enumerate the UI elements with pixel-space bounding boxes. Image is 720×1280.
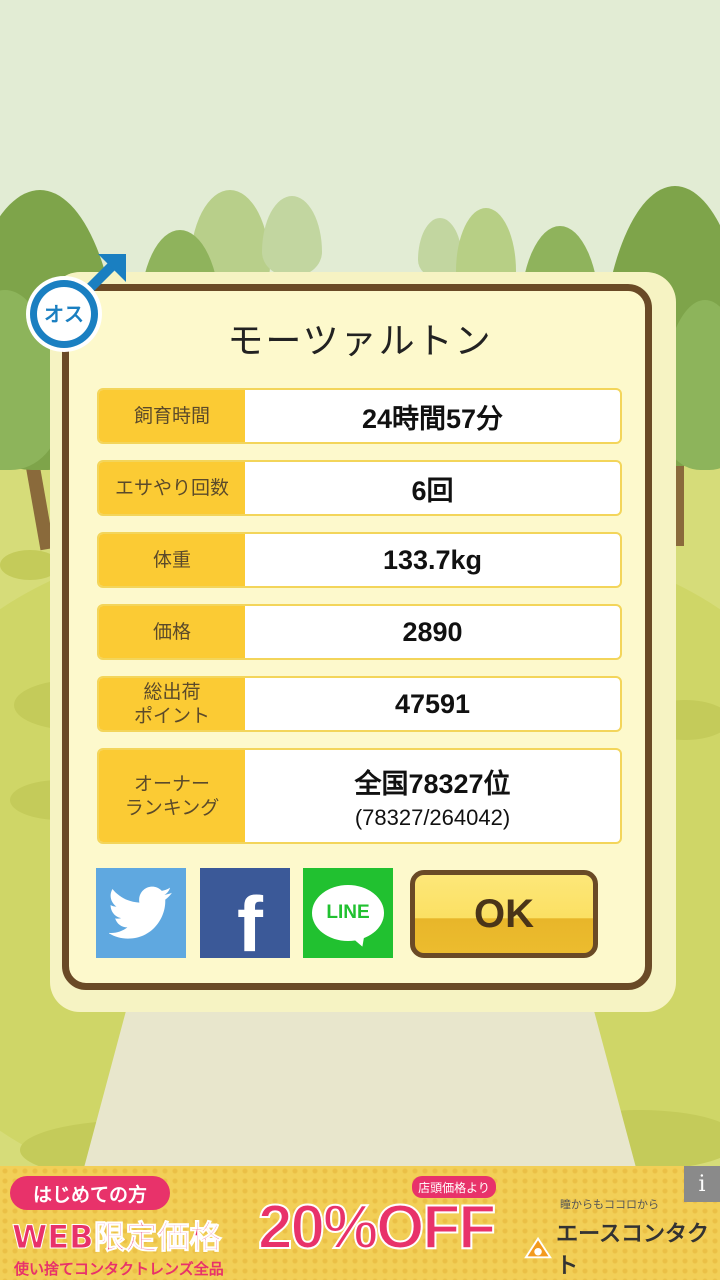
stat-value-text: 2890 [402,616,463,647]
stat-row-feed-count: エサやり回数 6回 [97,460,622,516]
ad-banner[interactable]: はじめての方 WEB限定価格 使い捨てコンタクトレンズ全品 店頭価格より 20%… [0,1166,720,1280]
ad-discount: 20%OFF [257,1192,497,1263]
stat-label: エサやり回数 [99,462,245,514]
stat-label: 価格 [99,606,245,658]
stat-value: 24時間57分 [245,390,620,442]
ad-brand-name: エースコンタクト [556,1222,710,1279]
ok-button[interactable]: OK [410,870,598,958]
stat-value: 6回 [245,462,620,514]
stat-value: 133.7kg [245,534,620,586]
line-label: LINE [326,902,370,923]
stat-row-breeding-time: 飼育時間 24時間57分 [97,388,622,444]
ad-brand-tagline: 瞳からもココロから [560,1198,659,1211]
stat-row-weight: 体重 133.7kg [97,532,622,588]
stat-value-text: 全国78327位 [354,768,511,799]
stat-row-owner-ranking: オーナー ランキング 全国78327位 (78327/264042) [97,748,622,844]
line-speech-bubble-icon: LINE [312,885,384,950]
stat-row-shipping-points: 総出荷 ポイント 47591 [97,676,622,732]
stat-value-text: 24時間57分 [361,403,504,434]
twitter-bird-icon [109,886,172,939]
twitter-share-button[interactable] [96,868,186,958]
stat-label: オーナー ランキング [99,750,245,842]
facebook-share-button[interactable]: f [200,868,290,968]
ad-tag: はじめての方 [10,1176,170,1210]
ad-brand: エースコンタクト [524,1216,720,1280]
line-share-button[interactable]: LINE [303,868,393,958]
stat-value: 全国78327位 (78327/264042) [245,750,620,842]
stat-label: 体重 [99,534,245,586]
stat-label: 総出荷 ポイント [99,678,245,730]
facebook-f-icon: f [237,879,263,968]
stat-row-price: 価格 2890 [97,604,622,660]
stat-value: 2890 [245,606,620,658]
ad-headline: WEB限定価格 [12,1218,223,1257]
stat-value-text: 133.7kg [382,544,483,575]
brand-logo-icon [524,1236,552,1259]
ad-subline: 使い捨てコンタクトレンズ全品 [14,1260,224,1278]
stat-value: 47591 [245,678,620,730]
stat-value-text: 6回 [411,475,454,506]
ranking-detail: (78327/264042) [354,804,511,830]
stat-value-text: 47591 [394,688,471,719]
pet-name: モーツァルトン [227,321,493,362]
ad-info-icon[interactable]: i [684,1166,720,1202]
stat-label: 飼育時間 [99,390,245,442]
